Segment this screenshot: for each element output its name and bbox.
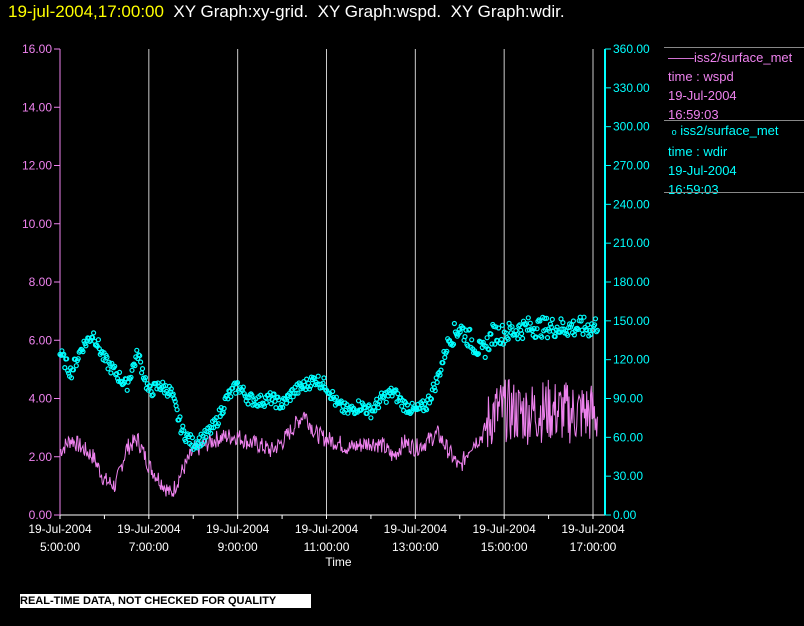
series-marker-wdir (409, 400, 415, 406)
series-marker-wdir (484, 335, 490, 341)
x-tick-label-time: 11:00:00 (304, 540, 350, 554)
series-marker-wdir (174, 407, 180, 413)
right-tick-label: 60.00 (613, 430, 643, 444)
left-tick-label: 10.00 (22, 217, 52, 231)
right-tick-label: 270.00 (613, 159, 650, 173)
line-symbol-icon: —— (668, 50, 694, 65)
x-tick-label-date: 19-Jul-2004 (28, 522, 92, 536)
series-marker-wdir (434, 379, 440, 385)
series-marker-wdir (287, 397, 293, 403)
series-marker-wdir (525, 315, 531, 321)
right-tick-label: 0.00 (613, 508, 637, 522)
series-marker-wdir (519, 335, 526, 341)
x-tick-label-date: 19-Jul-2004 (561, 522, 625, 536)
circle-marker-icon: o (671, 127, 677, 137)
legend-entry-wdir: o iss2/surface_met time : wdir 19-Jul-20… (668, 121, 779, 199)
right-tick-label: 360.00 (613, 42, 650, 56)
x-tick-label-date: 19-Jul-2004 (472, 522, 536, 536)
left-tick-label: 8.00 (29, 275, 53, 289)
left-tick-label: 16.00 (22, 42, 52, 56)
series-marker-wdir (515, 336, 521, 342)
series-marker-wdir (95, 337, 102, 343)
x-tick-label-date: 19-Jul-2004 (206, 522, 270, 536)
series-marker-wdir (228, 394, 234, 400)
right-tick-label: 90.00 (613, 392, 643, 406)
series-marker-wdir (560, 320, 566, 326)
left-tick-label: 12.00 (22, 159, 52, 173)
quality-warning: REAL-TIME DATA, NOT CHECKED FOR QUALITY (20, 594, 311, 608)
x-tick-label-date: 19-Jul-2004 (117, 522, 181, 536)
series-marker-wdir (383, 399, 389, 405)
left-tick-label: 6.00 (29, 333, 53, 347)
series-marker-wdir (90, 330, 97, 336)
left-tick-label: 2.00 (29, 450, 53, 464)
right-tick-label: 300.00 (613, 120, 650, 134)
right-tick-label: 150.00 (613, 314, 650, 328)
series-marker-wdir (368, 415, 374, 421)
series-marker-wdir (124, 387, 130, 393)
legend-variable: time : wspd (668, 69, 734, 84)
left-tick-label: 14.00 (22, 100, 52, 114)
legend-date: 19-Jul-2004 (668, 88, 737, 103)
series-marker-wdir (105, 366, 111, 372)
x-axis-label: Time (325, 555, 352, 569)
series-marker-wdir (134, 347, 140, 353)
series-marker-wdir (268, 401, 274, 407)
right-tick-label: 210.00 (613, 236, 650, 250)
series-marker-wdir (139, 366, 146, 372)
x-tick-label-time: 17:00:00 (570, 540, 617, 554)
series-marker-wdir (570, 318, 577, 324)
legend-time: 16:59:03 (668, 182, 719, 197)
series-marker-wdir (442, 354, 448, 361)
series-marker-wdir (395, 391, 401, 397)
series-marker-wdir (283, 400, 290, 406)
x-tick-label-time: 13:00:00 (392, 540, 439, 554)
series-marker-wdir (321, 375, 327, 381)
series-marker-wdir (534, 326, 540, 332)
series-marker-wdir (399, 403, 405, 409)
right-tick-label: 180.00 (613, 275, 650, 289)
legend-date: 19-Jul-2004 (668, 163, 737, 178)
right-tick-label: 120.00 (613, 353, 650, 367)
series-marker-wdir (451, 320, 457, 327)
series-marker-wdir (139, 370, 145, 376)
series-marker-wdir (138, 359, 144, 365)
x-tick-label-date: 19-Jul-2004 (295, 522, 359, 536)
x-tick-label-time: 9:00:00 (218, 540, 258, 554)
series-marker-wdir (482, 354, 488, 360)
series-marker-wdir (180, 423, 186, 429)
series-marker-wdir (315, 373, 321, 379)
series-marker-wdir (73, 363, 79, 369)
series-marker-wdir (116, 369, 123, 375)
series-marker-wdir (549, 316, 555, 322)
x-tick-label-time: 5:00:00 (40, 540, 80, 554)
x-tick-label-time: 7:00:00 (129, 540, 169, 554)
series-marker-wdir (527, 320, 533, 326)
legend-source: iss2/surface_met (680, 123, 779, 138)
series-marker-wdir (469, 337, 475, 343)
legend-source: iss2/surface_met (694, 50, 793, 65)
right-tick-label: 240.00 (613, 197, 650, 211)
series-marker-wdir (581, 314, 587, 320)
left-tick-label: 0.00 (29, 508, 53, 522)
right-tick-label: 30.00 (613, 469, 643, 483)
left-tick-label: 4.00 (29, 392, 53, 406)
series-marker-wdir (108, 370, 114, 376)
legend-variable: time : wdir (668, 144, 728, 159)
legend-entry-wspd: ——iss2/surface_met time : wspd 19-Jul-20… (668, 48, 792, 124)
series-marker-wdir (304, 376, 310, 382)
x-tick-label-time: 15:00:00 (481, 540, 528, 554)
series-marker-wdir (129, 367, 135, 373)
right-tick-label: 330.00 (613, 81, 650, 95)
x-tick-label-date: 19-Jul-2004 (384, 522, 448, 536)
legend-divider (664, 192, 804, 193)
series-marker-wdir (580, 331, 586, 337)
series-marker-wdir (433, 375, 439, 381)
series-marker-wdir (592, 316, 599, 322)
series-marker-wdir (544, 335, 551, 341)
